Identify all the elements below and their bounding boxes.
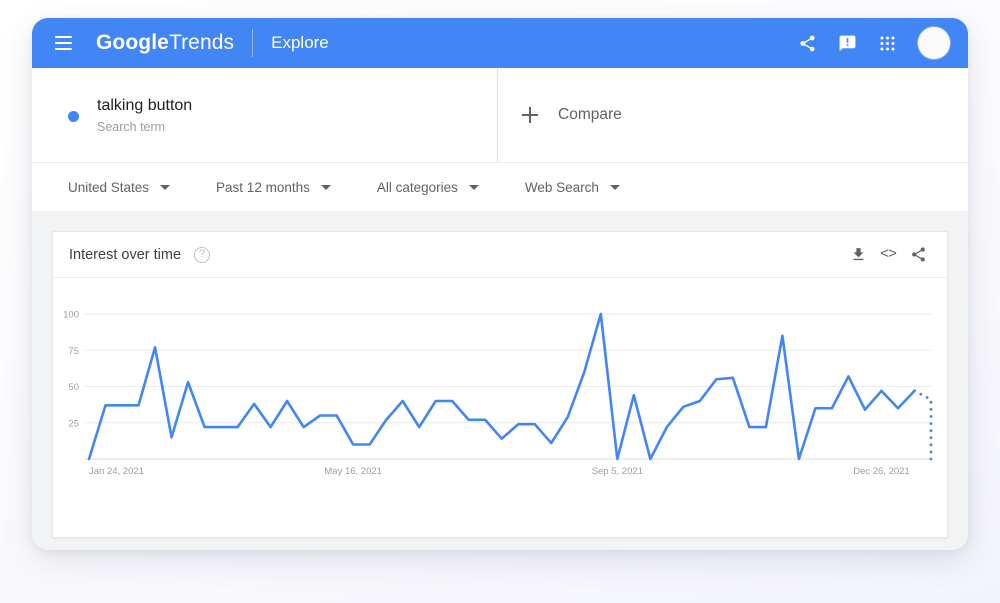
- filter-category-label: All categories: [376, 179, 458, 195]
- apps-grid-icon[interactable]: [868, 24, 906, 62]
- filter-location[interactable]: United States: [68, 179, 171, 195]
- chevron-down-icon: [320, 184, 331, 190]
- header-divider: [252, 29, 254, 57]
- card-title: Interest over time: [69, 246, 182, 263]
- svg-text:25: 25: [68, 418, 79, 429]
- chart-plot-area[interactable]: 25 50 75 100 Jan 24, 2021 May 16, 2021 Sep 5, …: [53, 278, 947, 537]
- card-header: Interest over time ? <>: [53, 232, 947, 278]
- interest-over-time-card: Interest over time ? <> 25 50 75 100 Jan…: [52, 231, 948, 538]
- svg-text:Dec 26, 2021: Dec 26, 2021: [853, 466, 910, 477]
- svg-text:Sep 5, 2021: Sep 5, 2021: [592, 466, 643, 477]
- search-term-type: Search term: [97, 119, 166, 134]
- trends-window: GoogleTrends Explore talking button Sear…: [32, 18, 968, 550]
- chevron-down-icon: [160, 184, 171, 190]
- svg-text:100: 100: [63, 310, 79, 321]
- embed-glyph: <>: [879, 246, 897, 263]
- compare-button[interactable]: Compare: [498, 68, 968, 162]
- search-term-card[interactable]: talking button Search term: [32, 68, 498, 162]
- content-area: Interest over time ? <> 25 50 75 100 Jan…: [32, 215, 968, 550]
- app-header: GoogleTrends Explore: [32, 18, 968, 68]
- help-circle-icon[interactable]: ?: [194, 246, 211, 263]
- search-term-value: talking button: [97, 96, 193, 114]
- filter-category[interactable]: All categories: [377, 180, 479, 195]
- filter-search-type[interactable]: Web Search: [525, 180, 620, 195]
- series-color-dot: [68, 110, 79, 122]
- share-icon[interactable]: [903, 240, 933, 270]
- chevron-down-icon: [609, 184, 620, 190]
- explore-link[interactable]: Explore: [271, 33, 329, 53]
- svg-text:Jan 24, 2021: Jan 24, 2021: [89, 466, 144, 477]
- plus-icon: [522, 107, 538, 123]
- filter-time-range-label: Past 12 months: [216, 179, 310, 195]
- embed-code-icon[interactable]: <>: [873, 240, 903, 270]
- filter-location-label: United States: [68, 179, 150, 195]
- svg-text:50: 50: [68, 382, 79, 393]
- chevron-down-icon: [468, 184, 479, 190]
- download-icon[interactable]: [843, 240, 873, 270]
- svg-text:75: 75: [68, 346, 79, 357]
- filter-bar: United States Past 12 months All categor…: [32, 163, 968, 215]
- feedback-icon[interactable]: [828, 24, 866, 62]
- filter-search-type-label: Web Search: [524, 179, 599, 195]
- page-background: GoogleTrends Explore talking button Sear…: [0, 0, 1000, 603]
- user-avatar[interactable]: [918, 27, 950, 59]
- brand-trends: Trends: [168, 31, 235, 54]
- search-terms-row: talking button Search term Compare: [32, 68, 968, 163]
- brand-logo[interactable]: GoogleTrends: [96, 31, 234, 55]
- interest-over-time-chart: 25 50 75 100 Jan 24, 2021 May 16, 2021 Sep 5, …: [63, 310, 933, 477]
- filter-time-range[interactable]: Past 12 months: [216, 180, 331, 195]
- share-icon[interactable]: [788, 24, 826, 62]
- compare-label: Compare: [558, 106, 622, 123]
- brand-google: Google: [96, 31, 169, 54]
- hamburger-menu-icon[interactable]: [46, 26, 80, 60]
- search-term-text: talking button Search term: [97, 95, 192, 136]
- svg-text:May 16, 2021: May 16, 2021: [324, 466, 382, 477]
